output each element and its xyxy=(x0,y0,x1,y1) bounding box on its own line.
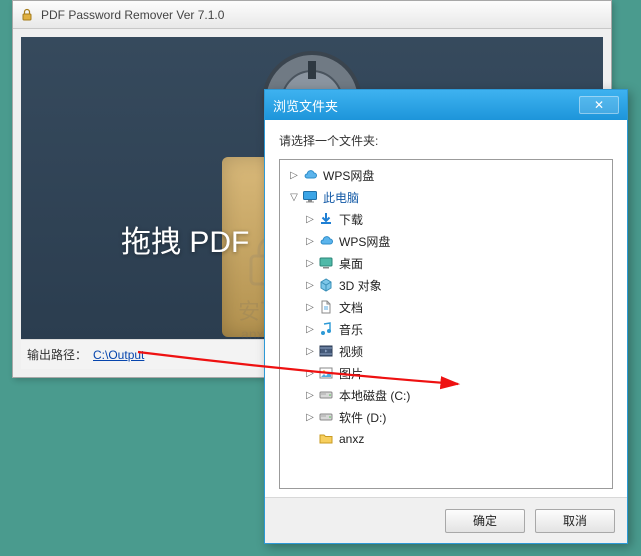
dialog-prompt: 请选择一个文件夹: xyxy=(279,132,613,149)
picture-icon xyxy=(318,365,334,381)
expander-icon[interactable]: ▷ xyxy=(288,169,300,181)
tree-node[interactable]: anxz xyxy=(282,428,610,450)
expander-icon[interactable]: ▷ xyxy=(304,389,316,401)
disk-icon xyxy=(318,409,334,425)
expander-icon[interactable]: ▷ xyxy=(304,323,316,335)
tree-node-label: WPS网盘 xyxy=(323,167,374,184)
dialog-body: 请选择一个文件夹: ▷ WPS网盘 ▽ 此电脑 ▷ 下载 ▷ WPS网盘 ▷ 桌面 ▷ 3D 对象 ▷ 文… xyxy=(265,120,627,497)
app-lock-icon xyxy=(19,7,35,23)
tree-node[interactable]: ▷ WPS网盘 xyxy=(282,164,610,186)
expander-icon[interactable]: ▷ xyxy=(304,411,316,423)
folder-tree[interactable]: ▷ WPS网盘 ▽ 此电脑 ▷ 下载 ▷ WPS网盘 ▷ 桌面 ▷ 3D 对象 ▷ 文档 ▷ 音乐 ▷ 视频 ▷ 图片… xyxy=(279,159,613,489)
output-path-link[interactable]: C:\Output xyxy=(93,348,144,362)
expander-icon[interactable]: ▷ xyxy=(304,279,316,291)
tree-node-label: WPS网盘 xyxy=(339,233,390,250)
document-icon xyxy=(318,299,334,315)
music-icon xyxy=(318,321,334,337)
browse-folder-dialog: 浏览文件夹 ✕ 请选择一个文件夹: ▷ WPS网盘 ▽ 此电脑 ▷ 下载 ▷ WPS网盘 ▷ 桌面… xyxy=(264,89,628,544)
tree-node-label: 文档 xyxy=(339,299,363,316)
expander-icon[interactable]: ▷ xyxy=(304,257,316,269)
video-icon xyxy=(318,343,334,359)
tree-node-label: 3D 对象 xyxy=(339,277,382,294)
disk-icon xyxy=(318,387,334,403)
app-title: PDF Password Remover Ver 7.1.0 xyxy=(41,8,224,22)
cloud-icon xyxy=(318,233,334,249)
dialog-button-row: 确定 取消 xyxy=(265,497,627,543)
ok-button[interactable]: 确定 xyxy=(445,509,525,533)
dialog-title-bar: 浏览文件夹 ✕ xyxy=(265,90,627,120)
tree-node[interactable]: ▷ 文档 xyxy=(282,296,610,318)
drop-text: 拖拽 PDF xyxy=(121,217,249,261)
tree-node[interactable]: ▷ 桌面 xyxy=(282,252,610,274)
download-icon xyxy=(318,211,334,227)
expander-icon[interactable]: ▷ xyxy=(304,213,316,225)
folder-icon xyxy=(318,431,334,447)
tree-node-label: 音乐 xyxy=(339,321,363,338)
tree-node-label: anxz xyxy=(339,432,364,446)
tree-node-label: 图片 xyxy=(339,365,363,382)
tree-node-label: 桌面 xyxy=(339,255,363,272)
tree-node[interactable]: ▷ 本地磁盘 (C:) xyxy=(282,384,610,406)
tree-node-label: 此电脑 xyxy=(323,189,359,206)
output-label: 输出路径： xyxy=(27,346,87,363)
tree-node[interactable]: ▷ 下载 xyxy=(282,208,610,230)
tree-node[interactable]: ▷ 软件 (D:) xyxy=(282,406,610,428)
expander-icon[interactable]: ▷ xyxy=(304,301,316,313)
tree-node-label: 下载 xyxy=(339,211,363,228)
title-bar: PDF Password Remover Ver 7.1.0 xyxy=(13,1,611,29)
tree-node-label: 软件 (D:) xyxy=(339,409,386,426)
cancel-button[interactable]: 取消 xyxy=(535,509,615,533)
cloud-icon xyxy=(302,167,318,183)
close-button[interactable]: ✕ xyxy=(579,96,619,114)
expander-icon[interactable]: ▷ xyxy=(304,235,316,247)
tree-node[interactable]: ▷ 3D 对象 xyxy=(282,274,610,296)
tree-node[interactable]: ▷ 音乐 xyxy=(282,318,610,340)
tree-node[interactable]: ▽ 此电脑 xyxy=(282,186,610,208)
desktop-icon xyxy=(318,255,334,271)
tree-node-label: 本地磁盘 (C:) xyxy=(339,387,410,404)
expander-icon[interactable] xyxy=(304,433,316,445)
expander-icon[interactable]: ▷ xyxy=(304,367,316,379)
cube-icon xyxy=(318,277,334,293)
tree-node[interactable]: ▷ 图片 xyxy=(282,362,610,384)
tree-node-label: 视频 xyxy=(339,343,363,360)
expander-icon[interactable]: ▽ xyxy=(288,191,300,203)
monitor-icon xyxy=(302,189,318,205)
expander-icon[interactable]: ▷ xyxy=(304,345,316,357)
tree-node[interactable]: ▷ 视频 xyxy=(282,340,610,362)
dialog-title: 浏览文件夹 xyxy=(273,96,338,115)
tree-node[interactable]: ▷ WPS网盘 xyxy=(282,230,610,252)
